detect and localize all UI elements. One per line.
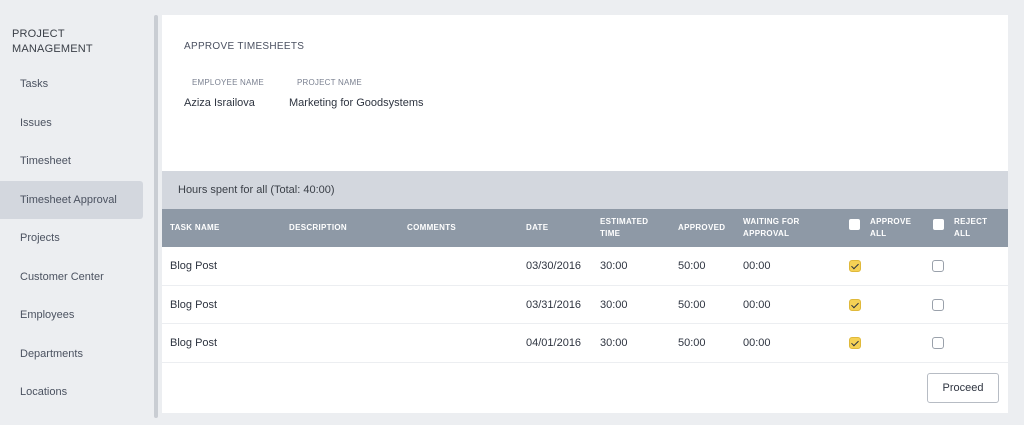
estimated-time-cell: 30:00 <box>600 298 628 311</box>
sidebar-item-projects[interactable]: Projects <box>0 219 143 258</box>
task-name-cell: Blog Post <box>170 260 218 272</box>
approve-checkbox[interactable] <box>849 260 861 272</box>
main-panel: APPROVE TIMESHEETS EMPLOYEE NAME Aziza I… <box>162 15 1008 413</box>
waiting-cell: 00:00 <box>743 260 771 272</box>
project-name-label: PROJECT NAME <box>297 78 362 87</box>
date-cell: 03/30/2016 <box>526 260 582 272</box>
sidebar-scrollbar[interactable] <box>154 15 158 418</box>
table-header: TASK NAME DESCRIPTION COMMENTS DATE ESTI… <box>162 209 1008 247</box>
proceed-button[interactable]: Proceed <box>927 373 999 403</box>
page-title: APPROVE TIMESHEETS <box>184 41 305 52</box>
table-row: Blog Post 03/31/2016 30:00 50:00 00:00 <box>162 286 1008 324</box>
header-comments: COMMENTS <box>407 223 457 232</box>
table-row: Blog Post 04/01/2016 30:00 50:00 00:00 <box>162 324 1008 363</box>
header-description: DESCRIPTION <box>289 223 347 232</box>
sidebar-item-customer-center[interactable]: Customer Center <box>0 258 143 297</box>
header-approved: APPROVED <box>678 223 726 232</box>
project-name-value: Marketing for Goodsystems <box>289 97 424 109</box>
waiting-cell: 00:00 <box>743 298 771 311</box>
approved-cell: 50:00 <box>678 298 706 311</box>
table-row: Blog Post 03/30/2016 30:00 50:00 00:00 <box>162 247 1008 286</box>
sidebar-item-departments[interactable]: Departments <box>0 335 143 374</box>
date-cell: 04/01/2016 <box>526 337 582 349</box>
reject-all-checkbox[interactable] <box>933 219 944 230</box>
sidebar: PROJECT MANAGEMENT Tasks Issues Timeshee… <box>0 0 152 425</box>
approved-cell: 50:00 <box>678 337 706 349</box>
task-name-cell: Blog Post <box>170 337 218 349</box>
sidebar-nav: Tasks Issues Timesheet Timesheet Approva… <box>0 65 143 412</box>
header-approve-all: APPROVE ALL <box>870 217 912 238</box>
header-estimated-time: ESTIMATED TIME <box>600 217 649 238</box>
approve-checkbox[interactable] <box>849 298 861 311</box>
hours-summary-bar: Hours spent for all (Total: 40:00) <box>162 171 1008 209</box>
employee-name-value: Aziza Israilova <box>184 97 255 109</box>
waiting-cell: 00:00 <box>743 337 771 349</box>
estimated-time-cell: 30:00 <box>600 260 628 272</box>
date-cell: 03/31/2016 <box>526 298 582 311</box>
approved-cell: 50:00 <box>678 260 706 272</box>
task-name-cell: Blog Post <box>170 298 218 311</box>
sidebar-item-employees[interactable]: Employees <box>0 296 143 335</box>
sidebar-item-timesheet-approval[interactable]: Timesheet Approval <box>0 180 143 219</box>
reject-checkbox[interactable] <box>932 337 944 349</box>
reject-checkbox[interactable] <box>932 298 944 311</box>
estimated-time-cell: 30:00 <box>600 337 628 349</box>
approve-checkbox[interactable] <box>849 337 861 349</box>
sidebar-item-timesheet[interactable]: Timesheet <box>0 142 143 181</box>
approve-all-checkbox[interactable] <box>849 219 860 230</box>
header-waiting-for-approval: WAITING FOR APPROVAL <box>743 217 800 238</box>
sidebar-item-issues[interactable]: Issues <box>0 104 143 143</box>
employee-name-label: EMPLOYEE NAME <box>192 78 264 87</box>
header-reject-all: REJECT ALL <box>954 217 988 238</box>
sidebar-item-locations[interactable]: Locations <box>0 373 143 412</box>
header-task-name: TASK NAME <box>170 223 220 232</box>
header-date: DATE <box>526 223 549 232</box>
reject-checkbox[interactable] <box>932 260 944 272</box>
sidebar-title: PROJECT MANAGEMENT <box>12 28 93 55</box>
sidebar-item-tasks[interactable]: Tasks <box>0 65 143 104</box>
